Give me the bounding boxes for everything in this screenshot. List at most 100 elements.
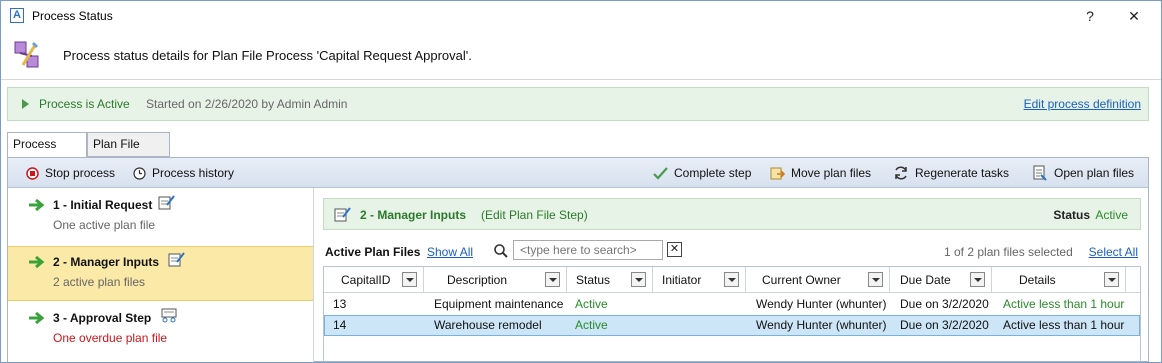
col-capitalid[interactable]: CapitalID	[324, 267, 424, 293]
complete-step-label: Complete step	[674, 166, 752, 180]
edit-step-icon	[158, 195, 175, 210]
table-row[interactable]: 13 Equipment maintenance Active Wendy Hu…	[324, 294, 1140, 315]
approval-step-icon	[161, 308, 177, 323]
regenerate-tasks-button[interactable]: Regenerate tasks	[893, 158, 1009, 188]
active-plan-files-label: Active Plan Files	[325, 245, 421, 259]
open-plan-files-button[interactable]: Open plan files	[1032, 158, 1134, 188]
step-banner: 2 - Manager Inputs (Edit Plan File Step)…	[323, 198, 1141, 230]
col-label: Due Date	[900, 273, 951, 287]
col-label: Current Owner	[762, 273, 841, 287]
process-active-label: Process is Active	[39, 97, 130, 111]
header-divider	[1, 79, 1161, 80]
close-button[interactable]: ✕	[1119, 5, 1149, 27]
step-subtitle: 2 active plan files	[53, 275, 146, 289]
step-detail-panel: 2 - Manager Inputs (Edit Plan File Step)…	[315, 188, 1148, 362]
stop-process-button[interactable]: Stop process	[26, 158, 115, 188]
cell-owner: Wendy Hunter (whunter)	[756, 318, 887, 332]
col-details[interactable]: Details	[992, 267, 1126, 293]
step-item-manager-inputs[interactable]: 2 - Manager Inputs 2 active plan files	[8, 246, 313, 301]
process-icon	[14, 41, 39, 68]
arrow-right-icon	[29, 256, 45, 268]
cell-description: Warehouse remodel	[434, 318, 542, 332]
complete-step-button[interactable]: Complete step	[653, 158, 751, 188]
arrow-right-icon	[29, 312, 45, 324]
process-view-panel: Stop process Process history Complete st…	[7, 157, 1149, 362]
checkmark-icon	[653, 166, 668, 180]
app-icon: A	[10, 8, 24, 23]
move-plan-files-button[interactable]: Move plan files	[769, 158, 871, 188]
step-subtitle: One active plan file	[53, 218, 156, 232]
search-input[interactable]	[513, 240, 663, 260]
cell-status: Active	[575, 318, 608, 332]
cell-due-date: Due on 3/2/2020	[900, 297, 989, 311]
col-label: Description	[447, 273, 508, 287]
move-plan-files-label: Move plan files	[791, 166, 872, 180]
cell-details: Active less than 1 hour	[1003, 318, 1125, 332]
edit-step-icon	[168, 252, 185, 267]
window-title: Process Status	[32, 9, 113, 23]
step-item-approval-step[interactable]: 3 - Approval Step One overdue plan file	[8, 303, 313, 358]
regenerate-tasks-label: Regenerate tasks	[915, 166, 1010, 180]
stop-icon	[26, 166, 39, 180]
stop-process-label: Stop process	[45, 166, 116, 180]
clear-search-button[interactable]: ✕	[667, 242, 682, 257]
col-status[interactable]: Status	[567, 267, 653, 293]
step-title: 1 - Initial Request	[53, 198, 153, 212]
col-label: CapitalID	[341, 273, 391, 287]
cell-details: Active less than 1 hour	[1003, 297, 1125, 311]
open-plan-files-label: Open plan files	[1054, 166, 1135, 180]
col-label: Initiator	[662, 273, 702, 287]
process-status-window: A Process Status ? ✕ Process status deta…	[0, 0, 1162, 363]
arrow-right-icon	[29, 199, 45, 211]
tab-process-view[interactable]: Process View	[7, 132, 87, 174]
move-files-icon	[770, 167, 785, 180]
title-bar: A Process Status ? ✕	[1, 1, 1161, 31]
filter-dropdown-icon[interactable]	[1104, 272, 1119, 287]
step-status-label: Status	[1053, 208, 1090, 222]
col-description[interactable]: Description	[424, 267, 567, 293]
step-subtitle-overdue: One overdue plan file	[53, 331, 168, 345]
step-banner-title: 2 - Manager Inputs	[360, 208, 467, 222]
filter-dropdown-icon[interactable]	[402, 272, 417, 287]
cell-capitalid: 13	[333, 297, 347, 311]
select-all-link[interactable]: Select All	[1089, 245, 1138, 259]
filter-dropdown-icon[interactable]	[970, 272, 985, 287]
table-row-selected[interactable]: 14 Warehouse remodel Active Wendy Hunter…	[324, 315, 1140, 336]
col-initiator[interactable]: Initiator	[653, 267, 746, 293]
process-history-button[interactable]: Process history	[133, 158, 234, 188]
filter-dropdown-icon[interactable]	[868, 272, 883, 287]
open-file-icon	[1033, 165, 1047, 181]
process-status-banner: Process is Active Started on 2/26/2020 b…	[7, 87, 1149, 121]
plan-files-grid: CapitalID Description Status Initiator C…	[323, 266, 1141, 362]
col-due-date[interactable]: Due Date	[890, 267, 992, 293]
step-item-initial-request[interactable]: 1 - Initial Request One active plan file	[8, 190, 313, 245]
step-status-value: Active	[1095, 208, 1128, 222]
started-info: Started on 2/26/2020 by Admin Admin	[146, 97, 348, 111]
help-button[interactable]: ?	[1075, 5, 1105, 27]
refresh-icon	[895, 166, 907, 180]
filter-dropdown-icon[interactable]	[631, 272, 646, 287]
cell-due-date: Due on 3/2/2020	[900, 318, 989, 332]
process-history-label: Process history	[152, 166, 235, 180]
filter-dropdown-icon[interactable]	[545, 272, 560, 287]
grid-header: CapitalID Description Status Initiator C…	[324, 267, 1140, 293]
cell-status: Active	[575, 297, 608, 311]
col-current-owner[interactable]: Current Owner	[746, 267, 890, 293]
col-label: Details	[1019, 273, 1056, 287]
steps-list: 1 - Initial Request One active plan file…	[8, 188, 314, 362]
play-icon	[22, 99, 29, 109]
selection-count: 1 of 2 plan files selected	[944, 245, 1073, 259]
edit-process-definition-link[interactable]: Edit process definition	[1024, 97, 1141, 111]
col-label: Status	[576, 273, 611, 287]
cell-description: Equipment maintenance	[434, 297, 564, 311]
edit-step-icon	[334, 207, 351, 222]
clock-icon	[133, 166, 146, 180]
tab-plan-file-view[interactable]: Plan File View	[87, 132, 170, 174]
cell-capitalid: 14	[333, 318, 347, 332]
step-title: 3 - Approval Step	[53, 311, 152, 325]
cell-owner: Wendy Hunter (whunter)	[756, 297, 887, 311]
filter-dropdown-icon[interactable]	[724, 272, 739, 287]
toolbar: Stop process Process history Complete st…	[8, 158, 1148, 188]
show-all-link[interactable]: Show All	[427, 245, 473, 259]
step-banner-kind: (Edit Plan File Step)	[481, 208, 588, 222]
